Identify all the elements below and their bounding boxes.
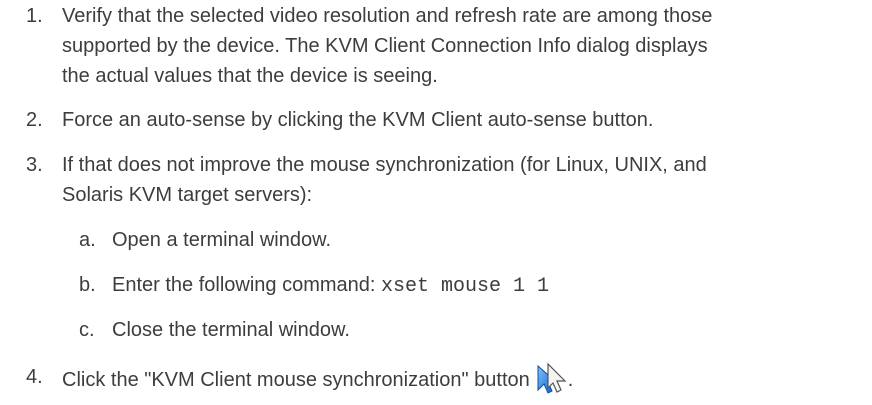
step-text-line: If that does not improve the mouse synch… [62,154,707,176]
instruction-document: 1. Verify that the selected video resolu… [0,0,872,401]
substep-letter: a. [79,229,96,251]
step-text-line: supported by the device. The KVM Client … [62,35,708,57]
substep-letter: b. [79,274,96,296]
step-number: 3. [26,154,43,176]
step-text-line: Click the "KVM Client mouse synchronizat… [62,362,573,405]
step-text-line: Verify that the selected video resolutio… [62,5,713,27]
step-text-line: the actual values that the device is see… [62,65,438,87]
substep-letter: c. [79,319,95,341]
step-number: 2. [26,109,43,131]
substep-text: Close the terminal window. [112,319,350,341]
step-trailing-period: . [567,369,574,391]
command-code: xset mouse 1 1 [381,275,550,298]
step-number: 1. [26,5,43,27]
step-number: 4. [26,366,43,388]
step-label: Click the "KVM Client mouse synchronizat… [62,369,530,391]
substep-label: Enter the following command: [112,274,382,296]
step-text-line: Solaris KVM target servers): [62,184,313,206]
mouse-sync-cursor-icon [536,362,568,405]
substep-text: Enter the following command: xset mouse … [112,270,549,302]
step-text-line: Force an auto-sense by clicking the KVM … [62,109,654,131]
substep-text: Open a terminal window. [112,229,332,251]
